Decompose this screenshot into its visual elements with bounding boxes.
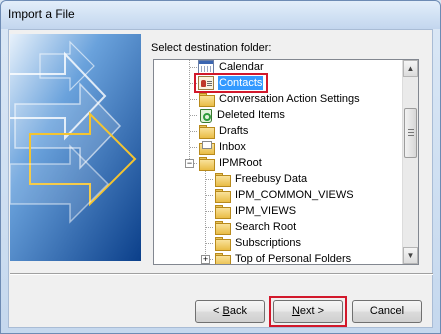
- arrows-graphic: [10, 34, 141, 261]
- collapse-toggle[interactable]: −: [185, 159, 194, 168]
- selection-highlight-box: [194, 73, 268, 93]
- dialog-body: Select destination folder: Calendar Conta…: [8, 29, 433, 328]
- inbox-icon: [198, 140, 215, 155]
- tree-item-deleted-items[interactable]: Deleted Items: [198, 107, 286, 123]
- back-button-label: ack: [229, 305, 247, 317]
- tree-guide-line: [190, 67, 198, 68]
- tree-item-subscriptions[interactable]: Subscriptions: [214, 235, 302, 251]
- scroll-up-button[interactable]: ▲: [403, 60, 418, 77]
- tree-item-inbox[interactable]: Inbox: [198, 139, 247, 155]
- tree-guide-line: [206, 179, 214, 180]
- back-button-accelerator: B: [222, 305, 230, 317]
- folder-icon: [198, 156, 215, 171]
- tree-guide-line: [190, 99, 198, 100]
- tree-guide-line: [190, 147, 198, 148]
- scroll-thumb[interactable]: [404, 108, 417, 158]
- tree-item-label: IPM_COMMON_VIEWS: [235, 189, 354, 201]
- folder-icon: [198, 124, 215, 139]
- tree-item-label: Search Root: [235, 221, 297, 233]
- folder-tree[interactable]: Calendar Contacts Conversation Action Sett…: [153, 59, 419, 265]
- tree-guide-line: [206, 243, 214, 244]
- destination-folder-prompt: Select destination folder:: [151, 42, 272, 54]
- tree-item-label: Drafts: [219, 125, 249, 137]
- tree-scrollbar[interactable]: ▲ ▼: [402, 60, 418, 264]
- scroll-down-button[interactable]: ▼: [403, 247, 418, 264]
- next-button-accelerator: N: [291, 305, 300, 317]
- folder-icon: [214, 172, 231, 187]
- tree-guide-line: [190, 131, 198, 132]
- next-button-label: ext >: [299, 305, 325, 317]
- calendar-icon: [198, 60, 214, 74]
- tree-guide-line: [205, 169, 206, 264]
- back-button-prefix: <: [213, 305, 223, 317]
- tree-item-label: Inbox: [219, 141, 246, 153]
- tree-item-label: IPM_VIEWS: [235, 205, 297, 217]
- next-button[interactable]: Next >: [273, 300, 343, 323]
- tree-item-label: Freebusy Data: [235, 173, 308, 185]
- tree-item-ipm-common-views[interactable]: IPM_COMMON_VIEWS: [214, 187, 355, 203]
- tree-item-freebusy-data[interactable]: Freebusy Data: [214, 171, 308, 187]
- tree-item-label: Subscriptions: [235, 237, 302, 249]
- title-bar[interactable]: Import a File: [1, 1, 440, 29]
- tree-guide-line: [206, 227, 214, 228]
- tree-item-ipm-views[interactable]: IPM_VIEWS: [214, 203, 297, 219]
- folder-icon: [214, 220, 231, 235]
- tree-guide-line: [206, 211, 214, 212]
- tree-item-label: IPMRoot: [219, 157, 262, 169]
- tree-guide-line: [206, 195, 214, 196]
- tree-guide-line: [190, 115, 198, 116]
- deleted-items-icon: [198, 108, 212, 123]
- folder-icon: [214, 188, 231, 203]
- tree-item-top-of-personal-folders[interactable]: Top of Personal Folders: [214, 251, 352, 264]
- folder-icon: [198, 92, 215, 107]
- back-button[interactable]: < Back: [195, 300, 265, 323]
- folder-icon: [214, 236, 231, 251]
- tree-item-conversation-action-settings[interactable]: Conversation Action Settings: [198, 91, 361, 107]
- window-title: Import a File: [8, 7, 75, 21]
- folder-icon: [214, 252, 231, 264]
- folder-tree-list: Calendar Contacts Conversation Action Sett…: [154, 60, 403, 264]
- tree-item-drafts[interactable]: Drafts: [198, 123, 249, 139]
- wizard-banner-image: [10, 34, 141, 261]
- tree-item-label: Conversation Action Settings: [219, 93, 360, 105]
- folder-icon: [214, 204, 231, 219]
- tree-item-label: Top of Personal Folders: [235, 253, 352, 264]
- divider: [10, 273, 433, 275]
- expand-toggle[interactable]: +: [201, 255, 210, 264]
- tree-item-ipmroot[interactable]: IPMRoot: [198, 155, 263, 171]
- cancel-button[interactable]: Cancel: [352, 300, 422, 323]
- tree-item-label: Calendar: [219, 61, 264, 73]
- import-file-dialog: Import a File Select destination folder:…: [0, 0, 441, 334]
- tree-item-search-root[interactable]: Search Root: [214, 219, 297, 235]
- tree-item-label: Deleted Items: [217, 109, 285, 121]
